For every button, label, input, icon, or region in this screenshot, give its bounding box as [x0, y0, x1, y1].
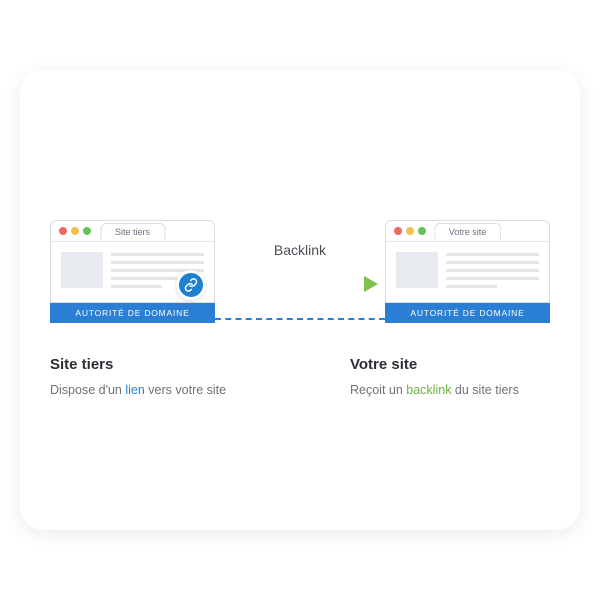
browser-top-bar: Votre site: [386, 221, 549, 242]
captions-row: Site tiers Dispose d'un lien vers votre …: [50, 356, 550, 400]
browser-left: Site tiers AUTORITÉ DE DOMAINE: [50, 220, 215, 323]
maximize-icon: [418, 227, 426, 235]
diagram-row: Site tiers AUTORITÉ DE DOMAINE: [50, 220, 550, 330]
highlight-backlink: backlink: [406, 383, 451, 397]
browser-body: [51, 242, 214, 302]
arrow-icon: [220, 272, 380, 296]
close-icon: [394, 227, 402, 235]
browser-tab-left: Site tiers: [100, 223, 165, 240]
content-thumbnail: [61, 252, 103, 288]
caption-left-title: Site tiers: [50, 356, 290, 373]
close-icon: [59, 227, 67, 235]
browser-tab-right: Votre site: [434, 223, 502, 240]
highlight-link: lien: [125, 383, 144, 397]
maximize-icon: [83, 227, 91, 235]
authority-bar-right: AUTORITÉ DE DOMAINE: [385, 303, 550, 323]
diagram-card: Site tiers AUTORITÉ DE DOMAINE: [20, 70, 580, 530]
dashed-connector: [215, 318, 385, 320]
caption-right-title: Votre site: [350, 356, 550, 373]
browser-body: [386, 242, 549, 302]
caption-right: Votre site Reçoit un backlink du site ti…: [350, 356, 550, 400]
browser-right: Votre site AUTORITÉ DE DOMAINE: [385, 220, 550, 323]
window-dots: [59, 227, 91, 235]
arrow-label: Backlink: [274, 242, 326, 258]
minimize-icon: [71, 227, 79, 235]
browser-top-bar: Site tiers: [51, 221, 214, 242]
link-icon: [176, 270, 206, 300]
content-thumbnail: [396, 252, 438, 288]
caption-right-text: Reçoit un backlink du site tiers: [350, 381, 550, 400]
minimize-icon: [406, 227, 414, 235]
window-dots: [394, 227, 426, 235]
content-lines: [446, 252, 539, 288]
caption-left-text: Dispose d'un lien vers votre site: [50, 381, 290, 400]
caption-left: Site tiers Dispose d'un lien vers votre …: [50, 356, 290, 400]
arrow-zone: Backlink: [215, 220, 385, 330]
authority-bar-left: AUTORITÉ DE DOMAINE: [50, 303, 215, 323]
